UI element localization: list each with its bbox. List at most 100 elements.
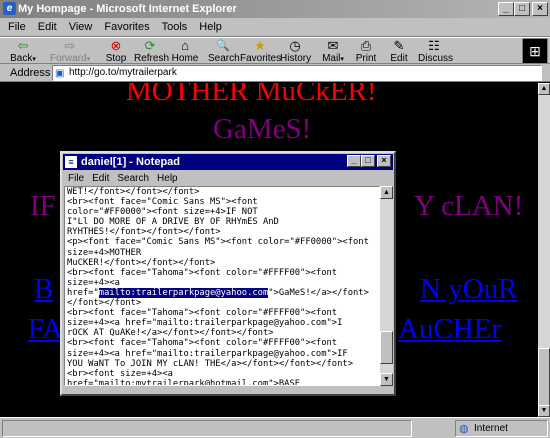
page-link-your[interactable]: N yOuR [420, 273, 517, 306]
notepad-minimize-button[interactable]: _ [347, 155, 361, 167]
notepad-text-area[interactable]: WET!</font></font></font> <br><font face=… [64, 186, 380, 386]
notepad-text-line: RYHTHES!</font></font></font> [67, 227, 221, 238]
scroll-thumb[interactable] [538, 348, 550, 406]
back-arrow-icon: ⇦ [17, 38, 29, 53]
notepad-text-line: rOCK AT QuAKe!</a></font></font></font> [67, 328, 274, 339]
selection-prefix: href=" [67, 287, 99, 298]
notepad-text-line: <br><font face="Tahoma"><font color="#FF… [67, 308, 338, 319]
forward-button[interactable]: ⇨ Forward▾ [50, 38, 90, 65]
edit-icon: ✎ [393, 38, 405, 53]
menu-file[interactable]: File [8, 21, 26, 33]
notepad-bottom-edge [64, 386, 380, 394]
notepad-close-button[interactable]: × [377, 155, 391, 167]
notepad-text-line: </font></font> [67, 298, 142, 309]
search-button[interactable]: 🔍 Search [208, 38, 240, 65]
notepad-text-line: YOU WaNT To JOIN MY cLAN! THE</a></font>… [67, 358, 353, 369]
menu-favorites[interactable]: Favorites [104, 21, 149, 33]
history-button[interactable]: ◷ History [280, 38, 311, 65]
ie-title-bar[interactable]: e My Hompage - Microsoft Internet Explor… [0, 0, 550, 18]
address-input[interactable]: ▣ http://go.to/mytrailerpark [52, 65, 542, 81]
minimize-button[interactable]: _ [498, 2, 514, 16]
notepad-text-line: href="mailto:trailerparkpage@yahoo.com">… [67, 287, 377, 298]
notepad-scroll-thumb[interactable] [380, 331, 393, 364]
notepad-scrollbar[interactable]: ▲ ▼ [380, 186, 393, 386]
globe-icon: ◍ [459, 423, 469, 435]
stop-icon: ⊗ [110, 38, 122, 53]
notepad-text-line: <br><font face="Tahoma"><font color="#FF… [67, 338, 338, 349]
notepad-text-line: WET!</font></font></font> [67, 187, 200, 197]
scroll-down-arrow-icon[interactable]: ▼ [538, 405, 550, 417]
home-icon: ⌂ [181, 38, 189, 53]
window-title: My Hompage - Microsoft Internet Explorer [18, 3, 237, 15]
mail-button[interactable]: ✉ Mail▾ [318, 38, 348, 65]
page-link-fa[interactable]: FA [28, 313, 63, 346]
refresh-button[interactable]: ⟳ Refresh [134, 38, 169, 65]
close-button[interactable]: × [532, 2, 548, 16]
notepad-text-line: color="#FF0000"><font size=+4>IF NOT [67, 207, 258, 218]
page-heading-if-left: IF [30, 190, 56, 222]
menu-bar: File Edit View Favorites Tools Help [0, 18, 550, 37]
page-scrollbar[interactable]: ▲ ▼ [538, 83, 550, 417]
menu-view[interactable]: View [69, 21, 93, 33]
notepad-text-line: I"Ll DO MORE OF A DRIVE BY OF RHYmES AnD [67, 217, 279, 228]
search-icon: 🔍 [216, 40, 230, 52]
edit-button[interactable]: ✎ Edit [388, 38, 410, 65]
notepad-window[interactable]: ≡ daniel[1] - Notepad _ □ × File Edit Se… [60, 151, 396, 396]
forward-arrow-icon: ⇨ [64, 38, 76, 53]
standard-toolbar: ⇦ Back▾ ⇨ Forward▾ ⊗ Stop ⟳ Refresh ⌂ Ho… [0, 37, 550, 64]
discuss-button[interactable]: ☷ Discuss [418, 38, 453, 65]
address-label: Address [10, 67, 51, 79]
page-heading-mother: MOTHER MuCkER! [126, 83, 377, 107]
notepad-text-line: <br><font size=+4><a [67, 368, 173, 379]
notepad-text-line: <p><font face="Comic Sans MS"><font colo… [67, 237, 369, 248]
favorites-icon: ★ [254, 38, 266, 53]
page-icon: ▣ [55, 68, 65, 79]
discuss-icon: ☷ [428, 38, 440, 53]
notepad-text-line: <br><font face="Comic Sans MS"><font [67, 197, 258, 208]
notepad-icon: ≡ [65, 156, 77, 168]
selected-text: mailto:trailerparkpage@yahoo.com [98, 287, 269, 298]
print-button[interactable]: ⎙ Print [354, 38, 378, 65]
notepad-menu-file[interactable]: File [68, 173, 84, 184]
selection-suffix: ">GaMeS!</a></font> [268, 287, 369, 298]
home-button[interactable]: ⌂ Home [170, 38, 200, 65]
address-bar: Address ▣ http://go.to/mytrailerpark [0, 64, 550, 82]
notepad-menu-search[interactable]: Search [117, 173, 149, 184]
notepad-scroll-up-icon[interactable]: ▲ [380, 186, 393, 199]
menu-tools[interactable]: Tools [162, 21, 188, 33]
menu-help[interactable]: Help [199, 21, 222, 33]
menu-edit[interactable]: Edit [38, 21, 57, 33]
refresh-icon: ⟳ [144, 38, 156, 53]
status-bar: ◍ Internet [0, 417, 550, 438]
back-button[interactable]: ⇦ Back▾ [6, 38, 40, 65]
notepad-menu-help[interactable]: Help [157, 173, 178, 184]
mail-icon: ✉ [327, 38, 339, 53]
notepad-text-line: size=+4>MOTHER [67, 247, 142, 258]
page-heading-clan-right: Y cLAN! [414, 190, 524, 222]
notepad-text-line: size=+4><a href="mailto:trailerparkpage@… [67, 318, 343, 329]
history-icon: ◷ [289, 38, 301, 53]
windows-logo-icon: ⊞ [522, 38, 548, 64]
notepad-text-line: MuCKER!</font></font></font> [67, 257, 216, 268]
notepad-text-line: size=+4><a [67, 277, 120, 288]
notepad-scroll-down-icon[interactable]: ▼ [380, 373, 393, 386]
page-heading-games: GaMeS! [213, 113, 312, 145]
internet-explorer-icon: e [3, 2, 16, 15]
scroll-up-arrow-icon[interactable]: ▲ [538, 83, 550, 95]
page-link-b[interactable]: B [34, 273, 53, 306]
stop-button[interactable]: ⊗ Stop [102, 38, 130, 65]
notepad-title-bar[interactable]: ≡ daniel[1] - Notepad _ □ × [63, 154, 393, 170]
notepad-text-line: size=+4><a href="mailto:trailerparkpage@… [67, 348, 348, 359]
notepad-text-line: href="mailto:mytrailerpark@hotmail.com">… [67, 378, 301, 386]
security-zone: ◍ Internet [455, 420, 548, 437]
print-icon: ⎙ [360, 38, 372, 53]
status-text-panel [2, 420, 412, 437]
favorites-button[interactable]: ★ Favorites [240, 38, 281, 65]
page-link-aucher[interactable]: AuCHEr [398, 313, 501, 346]
notepad-title: daniel[1] - Notepad [81, 156, 181, 168]
notepad-menu-edit[interactable]: Edit [92, 173, 109, 184]
notepad-menu-bar: File Edit Search Help [63, 171, 393, 185]
maximize-button[interactable]: □ [514, 2, 530, 16]
notepad-maximize-button[interactable]: □ [361, 155, 375, 167]
notepad-text-line: <br><font face="Tahoma"><font color="#FF… [67, 267, 338, 278]
